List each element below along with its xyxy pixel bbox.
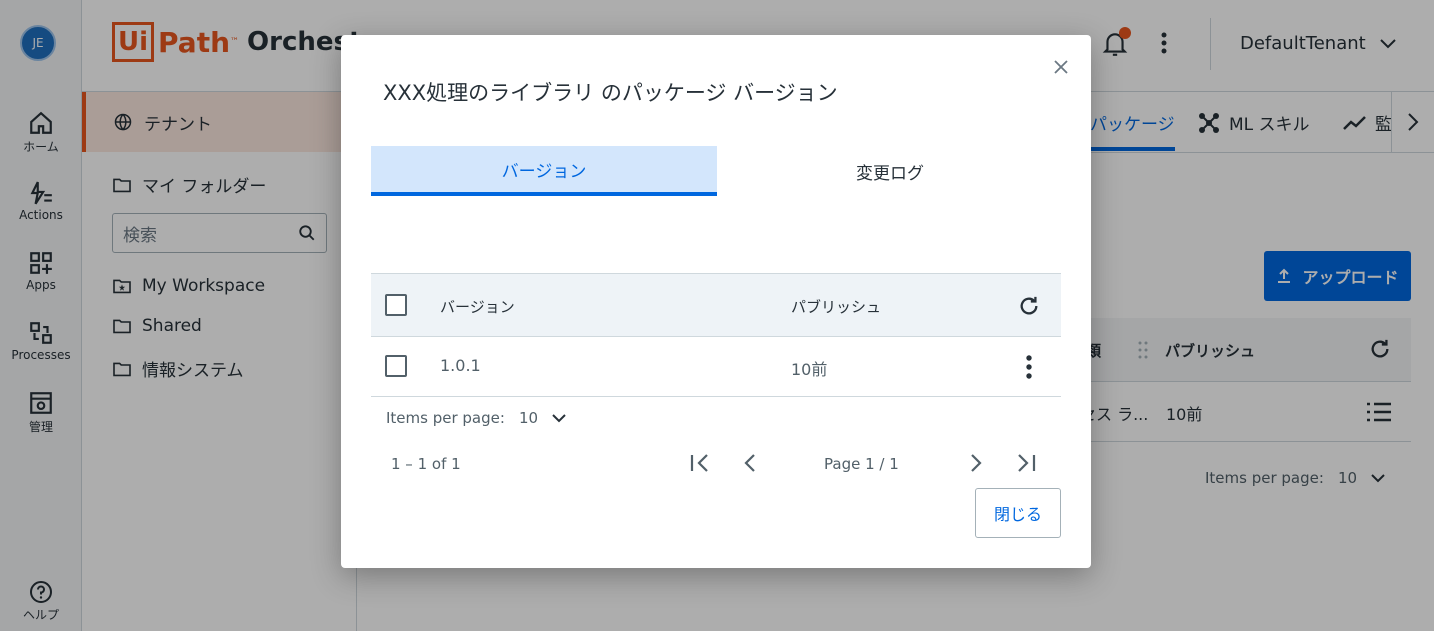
next-page-button[interactable] xyxy=(969,453,983,473)
row-more-icon[interactable] xyxy=(1025,354,1033,380)
versions-table-header: バージョン パブリッシュ xyxy=(371,273,1061,337)
tab-changelog[interactable]: 変更ログ xyxy=(717,146,1063,196)
chevron-right-icon xyxy=(971,454,982,472)
close-icon xyxy=(1054,60,1068,74)
chevron-left-icon xyxy=(744,454,755,472)
refresh-icon[interactable] xyxy=(1018,295,1040,317)
column-header-version: バージョン xyxy=(440,298,515,316)
dialog-title: XXX処理のライブラリ のパッケージ バージョン xyxy=(383,81,838,105)
first-page-icon xyxy=(690,454,708,472)
page-indicator: Page 1 / 1 xyxy=(824,455,899,473)
tab-versions[interactable]: バージョン xyxy=(371,146,717,196)
range-label: 1 – 1 of 1 xyxy=(391,455,461,473)
row-checkbox[interactable] xyxy=(385,355,407,377)
close-button[interactable]: 閉じる xyxy=(975,488,1061,538)
package-versions-dialog: XXX処理のライブラリ のパッケージ バージョン バージョン 変更ログ バージョ… xyxy=(341,35,1091,568)
tab-label: バージョン xyxy=(501,161,587,182)
versions-table: バージョン パブリッシュ 1.0.1 10前 xyxy=(371,273,1061,397)
column-header-published: パブリッシュ xyxy=(791,298,882,316)
previous-page-button[interactable] xyxy=(743,453,757,473)
table-row[interactable]: 1.0.1 10前 xyxy=(371,337,1061,397)
dialog-close-button[interactable] xyxy=(1051,57,1071,77)
first-page-button[interactable] xyxy=(689,453,711,473)
items-per-page-label: Items per page: xyxy=(386,409,505,427)
select-all-checkbox[interactable] xyxy=(385,294,407,316)
chevron-down-icon[interactable] xyxy=(552,413,566,423)
tab-label: 変更ログ xyxy=(856,163,924,184)
items-per-page: Items per page: 10 xyxy=(386,409,566,427)
items-per-page-value[interactable]: 10 xyxy=(519,409,538,427)
version-value: 1.0.1 xyxy=(440,356,481,375)
pagination: 1 – 1 of 1 Page 1 / 1 xyxy=(371,453,1061,475)
last-page-button[interactable] xyxy=(1015,453,1037,473)
last-page-icon xyxy=(1018,454,1036,472)
published-value: 10前 xyxy=(791,360,828,379)
